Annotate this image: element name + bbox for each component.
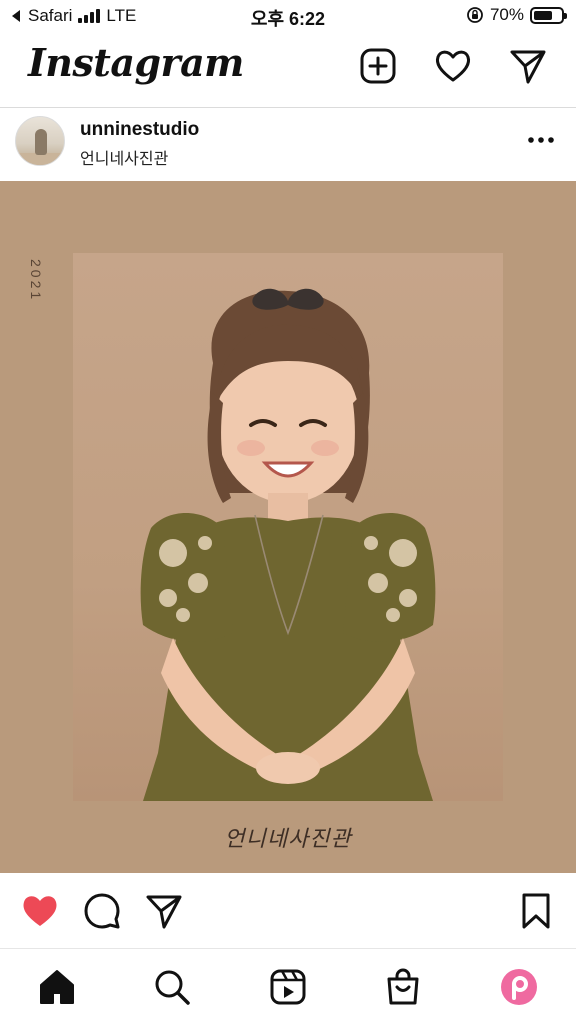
post-location[interactable]: 언니네사진관 bbox=[80, 145, 168, 169]
post-action-bar bbox=[0, 873, 576, 949]
profile-icon[interactable] bbox=[499, 967, 539, 1007]
status-bar: Safari LTE 오후 6:22 70% bbox=[0, 0, 576, 32]
battery-fill bbox=[534, 10, 553, 20]
share-icon[interactable] bbox=[144, 891, 184, 931]
home-icon[interactable] bbox=[37, 967, 77, 1007]
status-right: 70% bbox=[466, 5, 567, 25]
direct-message-icon[interactable] bbox=[508, 46, 548, 86]
child-portrait-illustration bbox=[140, 288, 436, 801]
shop-icon[interactable] bbox=[383, 967, 423, 1007]
search-icon[interactable] bbox=[152, 967, 192, 1007]
app-header: Instagram bbox=[0, 32, 576, 108]
battery-percent: 70% bbox=[489, 5, 524, 24]
photo-year-text: 2021 bbox=[28, 259, 44, 303]
reels-icon[interactable] bbox=[268, 967, 308, 1007]
instagram-logo[interactable]: Instagram bbox=[28, 40, 244, 85]
comment-icon[interactable] bbox=[82, 891, 122, 931]
bottom-navigation bbox=[0, 949, 576, 1024]
post-image[interactable]: 2021 언니네사진관 bbox=[0, 181, 576, 873]
heart-icon[interactable] bbox=[433, 46, 473, 86]
orientation-lock-icon bbox=[467, 7, 483, 23]
save-icon[interactable] bbox=[516, 891, 556, 931]
new-post-icon[interactable] bbox=[358, 46, 398, 86]
studio-signature-text: 언니네사진관 bbox=[224, 827, 352, 852]
post-header: unninestudio 언니네사진관 bbox=[0, 108, 576, 180]
like-icon[interactable] bbox=[20, 891, 60, 931]
post-username[interactable]: unninestudio bbox=[80, 119, 199, 141]
avatar[interactable] bbox=[15, 116, 65, 166]
child-portrait-photo bbox=[73, 253, 503, 801]
battery-icon bbox=[530, 6, 567, 24]
more-options-icon[interactable] bbox=[526, 128, 556, 152]
